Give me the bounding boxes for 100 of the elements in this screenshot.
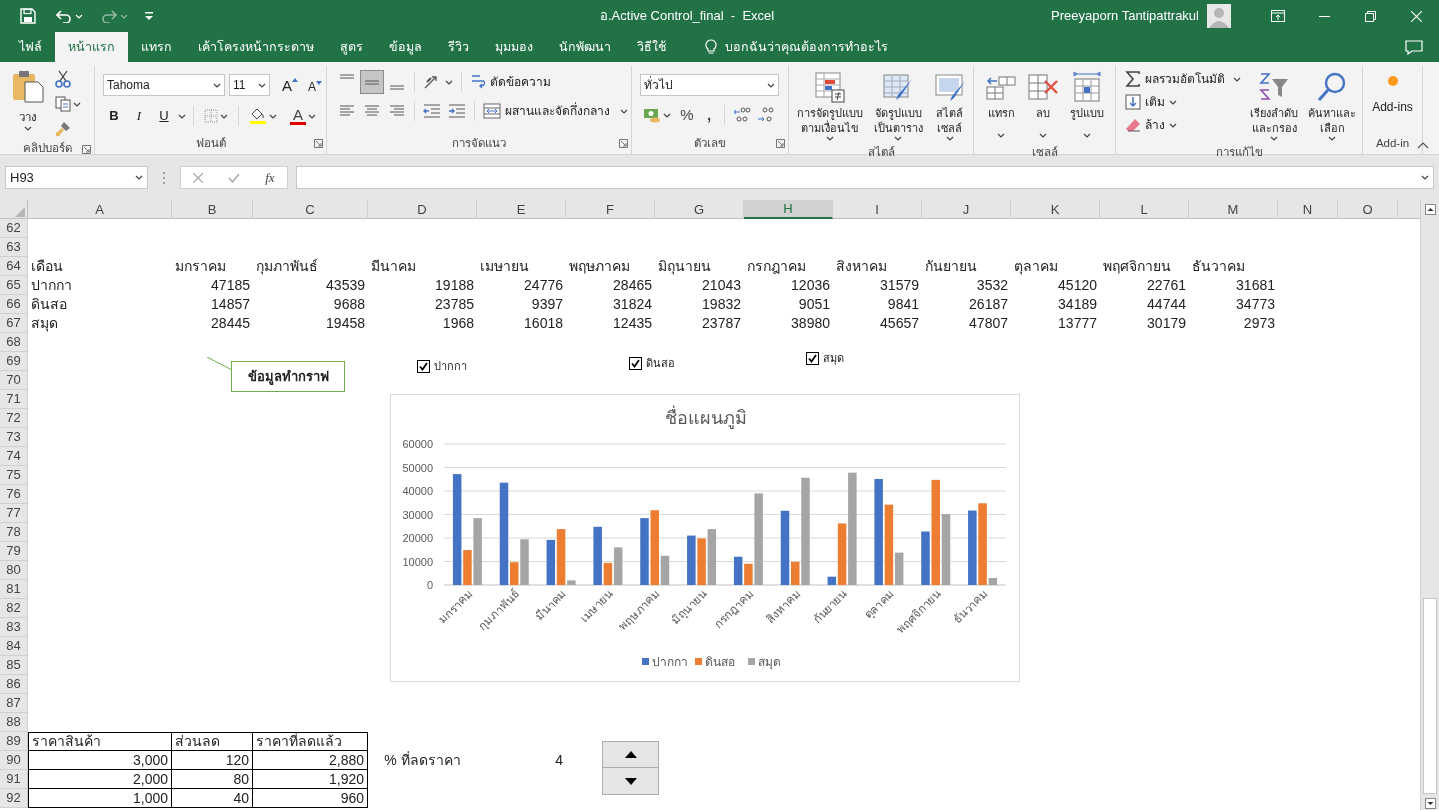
column-header[interactable]: M (1189, 200, 1278, 219)
ribbon-tab[interactable]: ไฟล์ (6, 32, 55, 62)
tell-me-field[interactable]: บอกฉันว่าคุณต้องการทำอะไร (725, 37, 888, 57)
customize-toolbar-icon[interactable] (144, 11, 154, 21)
row-header[interactable]: 81 (0, 580, 28, 599)
column-header[interactable]: E (477, 200, 566, 219)
ribbon-tab[interactable]: มุมมอง (482, 32, 546, 62)
ribbon-button[interactable]: สไตล์ เซลล์ (929, 66, 970, 144)
add-ins-button[interactable]: Add-ins (1363, 66, 1422, 134)
font-color-button[interactable]: A (287, 105, 319, 127)
scroll-thumb[interactable] (1423, 598, 1437, 794)
clear-button[interactable]: ล้าง (1122, 114, 1244, 136)
close-icon[interactable] (1410, 10, 1422, 22)
vertical-scrollbar[interactable] (1420, 200, 1439, 810)
column-header[interactable]: I (833, 200, 922, 219)
font-name-field[interactable]: Tahoma (103, 74, 225, 96)
ribbon-tab[interactable]: วิธีใช้ (624, 32, 679, 62)
row-header[interactable]: 80 (0, 561, 28, 580)
restore-icon[interactable] (1364, 10, 1376, 22)
decrease-decimal-button[interactable] (755, 107, 777, 124)
merge-center-button[interactable]: ผสานและจัดกึ่งกลาง (480, 100, 631, 122)
ribbon-tab[interactable]: หน้าแรก (55, 32, 128, 62)
italic-button[interactable]: I (128, 106, 150, 126)
ribbon-button[interactable]: ค้นหาและ เลือก (1304, 66, 1360, 144)
ribbon-tab[interactable]: นักพัฒนา (546, 32, 624, 62)
comment-icon[interactable] (1405, 39, 1423, 55)
row-header[interactable]: 69 (0, 352, 28, 371)
formula-field[interactable] (296, 166, 1434, 189)
ribbon-button[interactable]: จัดรูปแบบ เป็นตาราง (869, 66, 927, 144)
column-header[interactable]: J (922, 200, 1011, 219)
ribbon-button[interactable]: แทรก (981, 66, 1022, 144)
fill-button[interactable]: เติม (1122, 91, 1244, 113)
underline-button[interactable]: U (153, 106, 175, 126)
paste-button[interactable]: วาง (10, 66, 46, 140)
ribbon-tab[interactable]: รีวิว (435, 32, 482, 62)
column-header[interactable]: F (566, 200, 655, 219)
insert-function-button[interactable]: fx (265, 167, 275, 188)
row-header[interactable]: 86 (0, 675, 28, 694)
row-header[interactable]: 76 (0, 485, 28, 504)
cancel-icon[interactable] (193, 172, 204, 183)
column-header[interactable]: O (1338, 200, 1398, 219)
shrink-font-button[interactable]: A (308, 77, 323, 93)
row-header[interactable]: 78 (0, 523, 28, 542)
increase-decimal-button[interactable] (731, 107, 753, 124)
spin-down-button[interactable] (602, 768, 659, 795)
collapse-ribbon-icon[interactable] (1417, 141, 1429, 149)
row-header[interactable]: 66 (0, 295, 28, 314)
row-header[interactable]: 70 (0, 371, 28, 390)
row-header[interactable]: 68 (0, 333, 28, 352)
checkbox[interactable] (417, 359, 430, 373)
row-header[interactable]: 67 (0, 314, 28, 333)
ribbon-tab[interactable]: เค้าโครงหน้ากระดาษ (185, 32, 327, 62)
row-header[interactable]: 79 (0, 542, 28, 561)
comma-style-button[interactable]: , (700, 104, 718, 127)
row-header[interactable]: 82 (0, 599, 28, 618)
row-header[interactable]: 85 (0, 656, 28, 675)
row-header[interactable]: 65 (0, 276, 28, 295)
row-header[interactable]: 91 (0, 770, 28, 789)
row-header[interactable]: 90 (0, 751, 28, 770)
grow-font-button[interactable]: A (282, 77, 298, 93)
row-header[interactable]: 75 (0, 466, 28, 485)
ribbon-button[interactable]: รูปแบบ (1065, 66, 1108, 144)
row-header[interactable]: 92 (0, 789, 28, 808)
save-icon[interactable] (20, 8, 36, 24)
bold-button[interactable]: B (103, 106, 125, 126)
name-box[interactable]: H93 (5, 166, 148, 189)
confirm-icon[interactable] (228, 172, 241, 183)
row-header[interactable]: 88 (0, 713, 28, 732)
ribbon-button[interactable]: การจัดรูปแบบ ตามเงื่อนไข (792, 66, 867, 144)
dialog-launcher-icon[interactable] (776, 139, 785, 148)
ribbon-tab[interactable]: สูตร (327, 32, 376, 62)
scroll-up-icon[interactable] (1424, 204, 1436, 215)
column-header[interactable]: L (1100, 200, 1189, 219)
column-header[interactable]: D (368, 200, 477, 219)
row-header[interactable]: 74 (0, 447, 28, 466)
column-header[interactable]: B (172, 200, 253, 219)
checkbox[interactable] (806, 351, 819, 365)
row-header[interactable]: 71 (0, 390, 28, 409)
checkbox[interactable] (629, 356, 642, 370)
column-header[interactable]: A (28, 200, 172, 219)
ribbon-button[interactable]: เรียงลำดับ และกรอง (1246, 66, 1302, 144)
column-header[interactable]: H (744, 200, 833, 219)
ribbon-tab[interactable]: ข้อมูล (376, 32, 435, 62)
row-header[interactable]: 73 (0, 428, 28, 447)
row-header[interactable]: 84 (0, 637, 28, 656)
row-header[interactable]: 72 (0, 409, 28, 428)
column-header[interactable]: K (1011, 200, 1100, 219)
spin-up-button[interactable] (602, 741, 659, 768)
column-header[interactable]: N (1278, 200, 1338, 219)
dialog-launcher-icon[interactable] (619, 139, 628, 148)
row-header[interactable]: 63 (0, 238, 28, 257)
font-size-field[interactable]: 11 (229, 74, 270, 96)
percent-button[interactable]: % (676, 104, 698, 127)
row-header[interactable]: 77 (0, 504, 28, 523)
dialog-launcher-icon[interactable] (314, 139, 323, 148)
row-header[interactable]: 64 (0, 257, 28, 276)
autosum-button[interactable]: ผลรวมอัตโนมัติ (1122, 68, 1244, 90)
number-format-field[interactable]: ทั่วไป (640, 74, 779, 96)
row-header[interactable]: 62 (0, 219, 28, 238)
ribbon-button[interactable]: ลบ (1023, 66, 1064, 144)
